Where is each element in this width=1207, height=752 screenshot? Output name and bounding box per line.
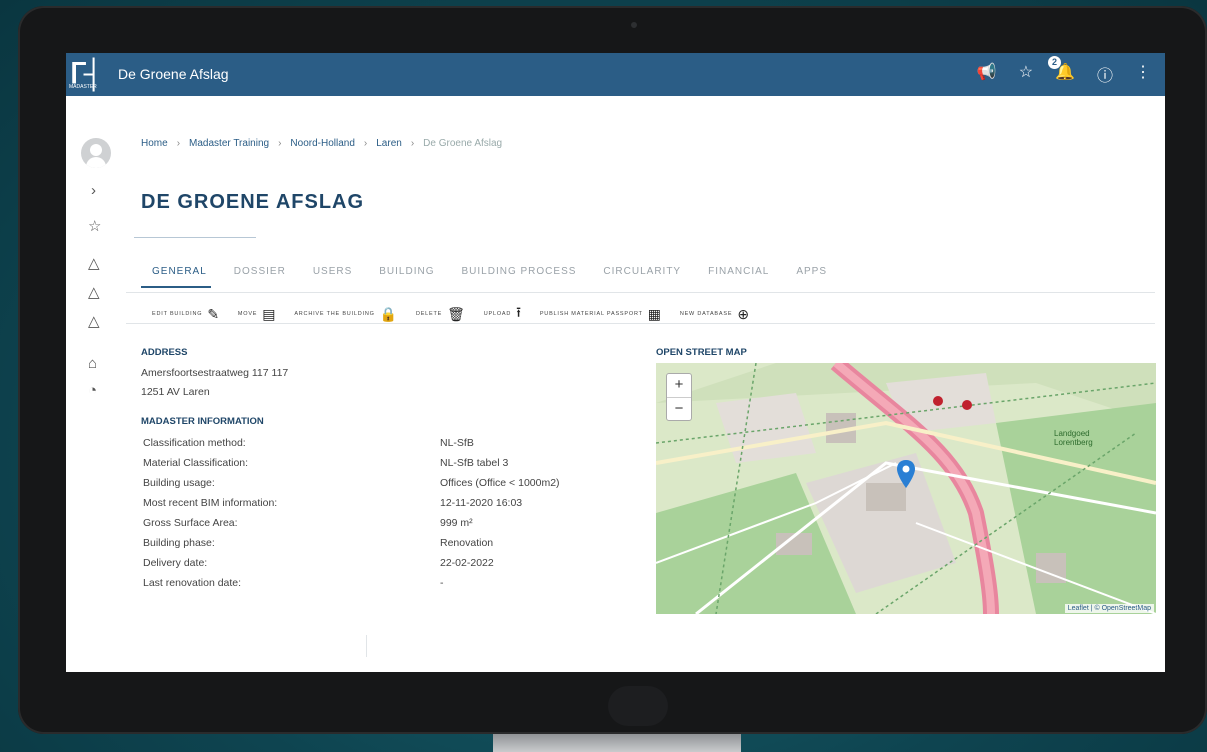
passport-icon: ▦ xyxy=(647,305,662,322)
map-tiles xyxy=(656,363,1156,614)
app-title: De Groene Afslag xyxy=(118,66,229,82)
address-line1: Amersfoortsestraatweg 117 117 xyxy=(141,367,289,379)
pencil-icon: ✎ xyxy=(207,305,220,322)
map-label: Landgoed Lorentberg xyxy=(1054,429,1093,447)
info-row: Classification method: NL-SfB xyxy=(143,437,474,449)
delete-button[interactable]: DELETE 🗑 xyxy=(416,306,466,323)
lock-icon: 🔒 xyxy=(379,305,398,322)
info-row: Delivery date: 22-02-2022 xyxy=(143,557,494,569)
trash-icon: 🗑 xyxy=(447,305,466,322)
chevron-right-icon[interactable]: › xyxy=(91,182,96,199)
madaster-info-heading: MADASTER INFORMATION xyxy=(141,416,264,427)
map-zoom-control: + − xyxy=(666,373,692,421)
plus-circle-icon: ⊕ xyxy=(737,305,750,322)
top-icons: 📢 ☆ 2 🔔 ⓘ ⋮ xyxy=(977,56,1151,86)
tab-building[interactable]: BUILDING xyxy=(379,266,434,277)
more-menu-icon[interactable]: ⋮ xyxy=(1135,62,1151,86)
top-bar: ᒥ┤ MADASTER De Groene Afslag 📢 ☆ 2 🔔 ⓘ ⋮ xyxy=(66,53,1165,96)
tab-circularity[interactable]: CIRCULARITY xyxy=(603,266,681,277)
monitor-chin xyxy=(608,686,668,726)
notification-badge: 2 xyxy=(1048,56,1062,69)
move-button[interactable]: MOVE ▤ xyxy=(238,306,276,323)
tab-dossier[interactable]: DOSSIER xyxy=(234,266,286,277)
tabs-divider xyxy=(126,292,1155,293)
map-heading: OPEN STREET MAP xyxy=(656,347,747,358)
info-row: Most recent BIM information: 12-11-2020 1… xyxy=(143,497,523,509)
divider xyxy=(366,635,367,657)
breadcrumb-separator: › xyxy=(176,138,181,149)
star-icon[interactable]: ☆ xyxy=(1019,62,1033,86)
breadcrumb-item[interactable]: Madaster Training xyxy=(189,138,269,149)
info-row: Material Classification: NL-SfB tabel 3 xyxy=(143,457,509,469)
publish-material-passport-button[interactable]: PUBLISH MATERIAL PASSPORT ▦ xyxy=(540,306,662,323)
new-database-button[interactable]: NEW DATABASE ⊕ xyxy=(680,306,750,323)
breadcrumb-separator: › xyxy=(410,138,415,149)
toolbar-divider xyxy=(126,323,1155,324)
triangle-icon[interactable]: △ xyxy=(88,283,100,301)
page-title: DE GROENE AFSLAG xyxy=(141,191,365,213)
palette-icon[interactable]: ◔ xyxy=(88,382,97,399)
tab-general[interactable]: GENERAL xyxy=(152,266,207,277)
megaphone-icon[interactable]: 📢 xyxy=(977,62,997,86)
tab-users[interactable]: USERS xyxy=(313,266,352,277)
favorites-star-icon[interactable]: ☆ xyxy=(88,217,101,235)
archive-building-button[interactable]: ARCHIVE THE BUILDING 🔒 xyxy=(294,306,398,323)
address-heading: ADDRESS xyxy=(141,347,188,358)
home-upload-icon[interactable]: ⌂ xyxy=(88,355,97,372)
map-view[interactable]: + − Landgoed Lorentberg Leaflet | © Open… xyxy=(656,363,1156,614)
tab-bar: GENERAL DOSSIER USERS BUILDING BUILDING … xyxy=(152,266,827,277)
tab-building-process[interactable]: BUILDING PROCESS xyxy=(462,266,577,277)
tab-financial[interactable]: FINANCIAL xyxy=(708,266,769,277)
active-tab-indicator xyxy=(141,286,211,288)
map-attribution[interactable]: Leaflet | © OpenStreetMap xyxy=(1064,604,1154,613)
address-line2: 1251 AV Laren xyxy=(141,386,210,398)
move-building-icon: ▤ xyxy=(262,305,277,322)
info-row: Gross Surface Area: 999 m² xyxy=(143,517,473,529)
breadcrumb: Home › Madaster Training › Noord-Holland › … xyxy=(141,138,502,149)
title-divider xyxy=(134,237,256,238)
breadcrumb-item[interactable]: Home xyxy=(141,138,168,149)
info-row: Building usage: Offices (Office < 1000m2) xyxy=(143,477,560,489)
info-row: Building phase: Renovation xyxy=(143,537,494,549)
edit-building-button[interactable]: EDIT BUILDING ✎ xyxy=(152,306,220,323)
info-row: Last renovation date: - xyxy=(143,577,444,589)
sidebar: › ☆ △ △ △ ⌂ ◔ xyxy=(66,96,122,672)
map-marker-icon[interactable] xyxy=(897,460,915,488)
zoom-in-button[interactable]: + xyxy=(667,374,691,398)
breadcrumb-item[interactable]: Noord-Holland xyxy=(290,138,354,149)
info-icon[interactable]: ⓘ xyxy=(1097,62,1113,86)
logo-word: MADASTER xyxy=(69,84,97,90)
zoom-out-button[interactable]: − xyxy=(667,398,691,421)
notifications-button[interactable]: 2 🔔 xyxy=(1048,56,1075,86)
breadcrumb-separator: › xyxy=(278,138,282,149)
screen: ᒥ┤ MADASTER De Groene Afslag 📢 ☆ 2 🔔 ⓘ ⋮… xyxy=(66,53,1165,672)
webcam xyxy=(631,22,637,28)
breadcrumb-item[interactable]: Laren xyxy=(376,138,402,149)
triangle-icon[interactable]: △ xyxy=(88,312,100,330)
tab-apps[interactable]: APPS xyxy=(796,266,827,277)
breadcrumb-current: De Groene Afslag xyxy=(423,138,503,149)
breadcrumb-separator: › xyxy=(363,138,368,149)
madaster-logo[interactable]: ᒥ┤ MADASTER xyxy=(68,57,110,93)
monitor-stand xyxy=(493,732,741,752)
triangle-icon[interactable]: △ xyxy=(88,254,100,272)
avatar[interactable] xyxy=(81,138,111,168)
